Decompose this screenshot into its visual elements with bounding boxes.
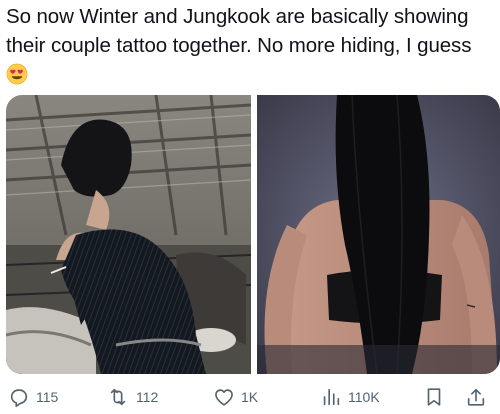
- repost-button[interactable]: 112: [106, 384, 158, 410]
- share-icon: [467, 388, 485, 406]
- views-count: 110K: [348, 389, 380, 405]
- heart-icon: [215, 389, 233, 406]
- views-button[interactable]: 110K: [320, 384, 380, 410]
- like-button[interactable]: 1K: [213, 384, 258, 410]
- heart-eyes-emoji-icon: [6, 63, 28, 85]
- bookmark-icon: [427, 388, 441, 406]
- tweet-text: So now Winter and Jungkook are basically…: [6, 2, 494, 89]
- views-icon: [323, 388, 340, 406]
- tweet-actions: 115 112 1K 110K: [0, 384, 500, 410]
- repost-icon: [110, 388, 126, 406]
- photo-left[interactable]: [6, 95, 251, 374]
- reply-icon: [10, 389, 28, 407]
- reply-button[interactable]: 115: [8, 384, 58, 410]
- share-button[interactable]: [465, 384, 487, 410]
- photo-right[interactable]: [257, 95, 500, 374]
- tweet-body: So now Winter and Jungkook are basically…: [6, 5, 472, 57]
- bookmark-button[interactable]: [423, 384, 445, 410]
- media-grid[interactable]: [6, 95, 500, 374]
- repost-count: 112: [136, 389, 159, 405]
- reply-count: 115: [36, 389, 59, 405]
- like-count: 1K: [241, 389, 259, 405]
